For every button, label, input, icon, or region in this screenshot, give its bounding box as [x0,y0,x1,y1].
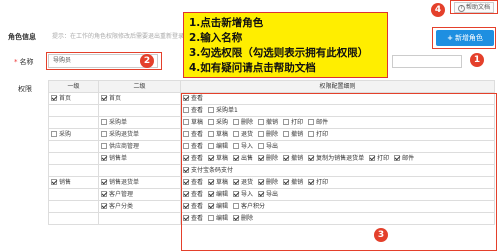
step-badge-4: 4 [431,3,445,17]
step-badge-2: 2 [140,54,154,68]
level1-cell-label: 采购 [59,130,72,138]
checkbox[interactable] [101,178,107,185]
perm-highlight-box [181,93,497,251]
step-badge-1: 1 [470,53,484,67]
level2-cell [98,212,181,225]
secondary-input[interactable] [392,55,462,68]
level2-cell-label: 销售单 [109,154,128,162]
level2-cell-label: 销售退货单 [109,178,140,186]
help-highlight-box [450,0,498,14]
level2-cell: 销售单 [98,152,181,165]
level2-cell: 采购单 [98,116,181,129]
level2-cell: 采购退货单 [98,128,181,141]
level2-cell [98,104,181,117]
note-line: 3.勾选权限（勾选则表示拥有此权限） [189,47,369,59]
level2-cell: 销售退货单 [98,176,181,189]
level2-cell-label: 供应商管理 [109,142,140,150]
level1-cell [48,164,99,177]
checkbox[interactable] [51,130,57,137]
role-info-label: 角色信息 [8,33,36,41]
permissions-label: 权限 [18,85,32,93]
checkbox[interactable] [101,190,107,197]
level2-cell-label: 采购单 [109,118,128,126]
name-label: * 名称 [14,57,34,67]
level1-cell [48,152,99,165]
level2-cell: 客户分类 [98,200,181,213]
level1-cell: 销售 [48,176,99,189]
level2-cell: 首页 [98,92,181,105]
level2-cell: 客户管理 [98,188,181,201]
note-line: 4.如有疑问请点击帮助文档 [189,62,316,74]
table-header-row: 一级 二级 权限配置细则 [48,80,495,93]
level1-cell [48,140,99,153]
required-mark: * [14,58,18,66]
level1-cell: 采购 [48,128,99,141]
instruction-note: 1.点击新增角色 2.输入名称 3.勾选权限（勾选则表示拥有此权限） 4.如有疑… [183,12,388,78]
level2-cell-label: 客户分类 [109,202,134,210]
step-badge-3: 3 [374,228,388,242]
header-perm-detail: 权限配置细则 [180,80,495,93]
note-line: 1.点击新增角色 [189,17,264,29]
level2-cell: 供应商管理 [98,140,181,153]
name-label-text: 名称 [19,58,34,66]
note-line: 2.输入名称 [189,32,243,44]
level1-cell-label: 销售 [59,178,72,186]
level1-cell [48,104,99,117]
level1-cell: 首页 [48,92,99,105]
level1-cell [48,212,99,225]
header-level1: 一级 [48,80,99,93]
checkbox[interactable] [101,154,107,161]
level2-cell [98,164,181,177]
level1-cell [48,200,99,213]
level2-cell-label: 客户管理 [109,190,134,198]
level1-cell [48,188,99,201]
level2-cell-label: 采购退货单 [109,130,140,138]
checkbox[interactable] [101,130,107,137]
checkbox[interactable] [51,178,57,185]
checkbox[interactable] [101,94,107,101]
checkbox[interactable] [101,202,107,209]
add-highlight-box [432,27,496,49]
checkbox[interactable] [51,94,57,101]
checkbox[interactable] [101,118,107,125]
level1-cell [48,116,99,129]
level2-cell-label: 首页 [109,94,122,102]
checkbox[interactable] [101,142,107,149]
header-level2: 二级 [98,80,181,93]
level1-cell-label: 首页 [59,94,72,102]
